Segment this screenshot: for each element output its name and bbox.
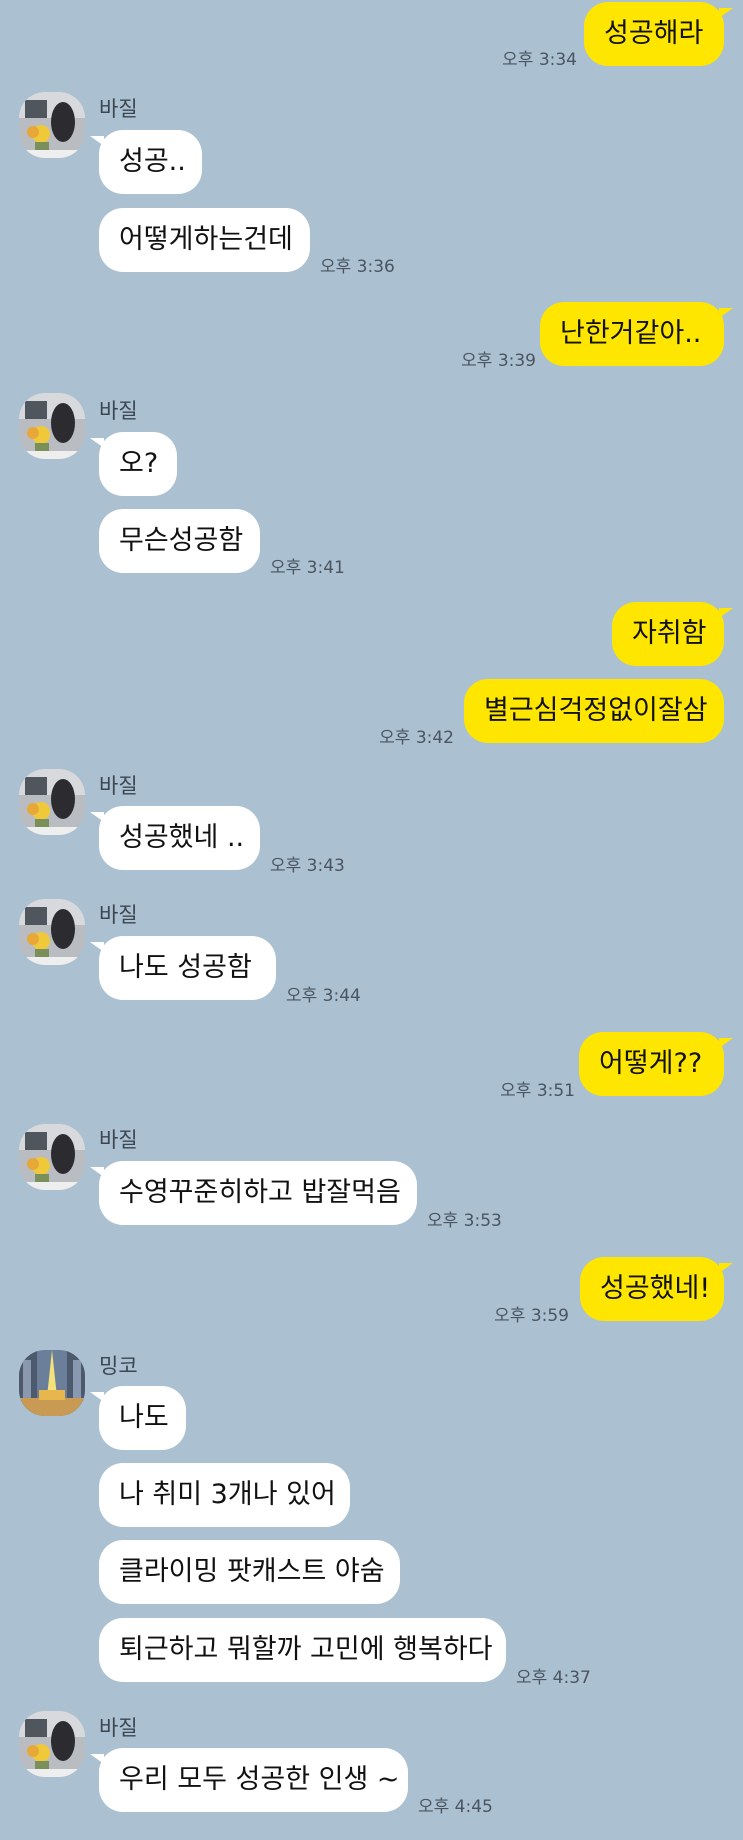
avatar-minko[interactable] — [19, 1350, 85, 1416]
incoming-message-bubble[interactable]: 클라이밍 팟캐스트 야숨 — [99, 1540, 400, 1604]
avatar-basil[interactable] — [19, 92, 85, 158]
sender-name: 바질 — [99, 97, 138, 121]
message-timestamp: 오후 3:44 — [286, 986, 361, 1006]
sender-name: 바질 — [99, 1716, 138, 1740]
message-timestamp: 오후 3:41 — [270, 558, 345, 578]
message-timestamp: 오후 3:59 — [494, 1306, 569, 1326]
incoming-message-bubble[interactable]: 오? — [90, 432, 177, 496]
incoming-message-bubble[interactable]: 수영꾸준히하고 밥잘먹음 — [90, 1161, 417, 1225]
profile-photo-icon — [19, 769, 85, 835]
outgoing-message-bubble[interactable]: 별근심걱정없이잘삼 — [464, 679, 724, 743]
profile-photo-icon — [19, 1124, 85, 1190]
outgoing-message-bubble[interactable]: 성공해라 — [584, 2, 733, 66]
message-timestamp: 오후 4:45 — [418, 1797, 493, 1817]
incoming-message-bubble[interactable]: 무슨성공함 — [99, 509, 260, 573]
incoming-message-bubble[interactable]: 나도 — [90, 1386, 186, 1450]
incoming-message-bubble[interactable]: 성공.. — [90, 130, 202, 194]
profile-photo-icon — [19, 899, 85, 965]
profile-photo-icon — [19, 1711, 85, 1777]
avatar-basil[interactable] — [19, 393, 85, 459]
sender-name: 바질 — [99, 774, 138, 798]
avatar-basil[interactable] — [19, 1711, 85, 1777]
profile-photo-icon — [19, 1350, 85, 1416]
profile-photo-icon — [19, 92, 85, 158]
incoming-message-bubble[interactable]: 나 취미 3개나 있어 — [99, 1463, 350, 1527]
outgoing-message-bubble[interactable]: 자취함 — [612, 602, 733, 666]
avatar-basil[interactable] — [19, 899, 85, 965]
message-timestamp: 오후 3:42 — [379, 728, 454, 748]
avatar-basil[interactable] — [19, 769, 85, 835]
incoming-message-bubble[interactable]: 어떻게하는건데 — [99, 208, 310, 272]
message-timestamp: 오후 3:36 — [320, 257, 395, 277]
message-timestamp: 오후 3:39 — [461, 351, 536, 371]
message-timestamp: 오후 3:43 — [270, 856, 345, 876]
sender-name: 바질 — [99, 1128, 138, 1152]
sender-name: 바질 — [99, 399, 138, 423]
outgoing-message-bubble[interactable]: 성공했네! — [580, 1257, 733, 1321]
message-timestamp: 오후 3:51 — [500, 1081, 575, 1101]
incoming-message-bubble[interactable]: 퇴근하고 뭐할까 고민에 행복하다 — [99, 1618, 506, 1682]
incoming-message-bubble[interactable]: 나도 성공함 — [90, 936, 276, 1000]
chat-message-list[interactable]: 성공해라 오후 3:34 바질 성공.. 어떻게하는건데 오후 3:36 난한거… — [0, 0, 743, 1840]
message-timestamp: 오후 3:53 — [427, 1211, 502, 1231]
outgoing-message-bubble[interactable]: 난한거같아.. — [540, 302, 733, 366]
incoming-message-bubble[interactable]: 성공했네 .. — [90, 806, 260, 870]
outgoing-message-bubble[interactable]: 어떻게?? — [579, 1032, 733, 1096]
incoming-message-bubble[interactable]: 우리 모두 성공한 인생 ~ — [90, 1748, 408, 1812]
sender-name: 밍코 — [99, 1354, 138, 1378]
message-timestamp: 오후 4:37 — [516, 1668, 591, 1688]
avatar-basil[interactable] — [19, 1124, 85, 1190]
profile-photo-icon — [19, 393, 85, 459]
sender-name: 바질 — [99, 903, 138, 927]
message-timestamp: 오후 3:34 — [502, 50, 577, 70]
